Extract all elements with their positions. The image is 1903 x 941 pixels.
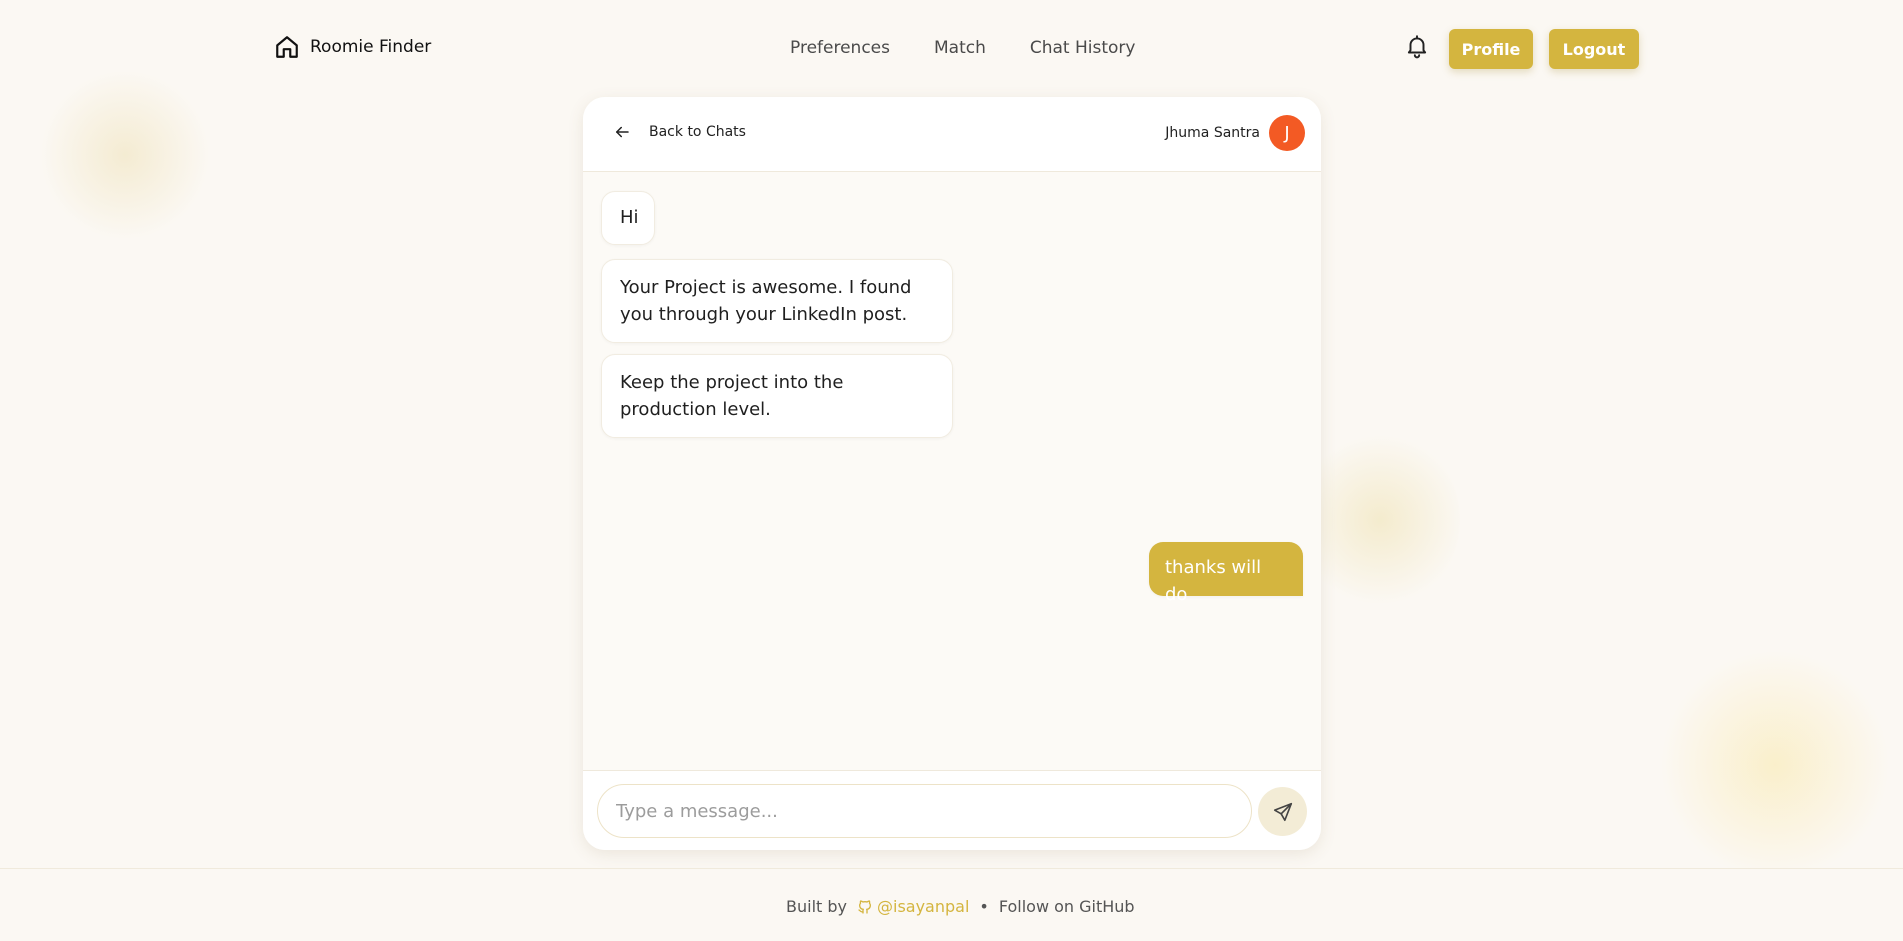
follow-github-link[interactable]: Follow on GitHub bbox=[999, 897, 1135, 916]
bell-icon[interactable] bbox=[1404, 32, 1430, 60]
background-glow bbox=[1660, 650, 1890, 880]
background-glow bbox=[1300, 430, 1460, 610]
chat-window: Back to Chats Jhuma Santra J Hi Your Pro… bbox=[583, 97, 1321, 850]
author-link[interactable]: @isayanpal bbox=[877, 897, 969, 916]
back-to-chats-button[interactable]: Back to Chats bbox=[613, 123, 746, 141]
message-bubble-sent: thanks will do bbox=[1149, 542, 1303, 605]
send-button[interactable] bbox=[1258, 787, 1307, 836]
footer-credits: Built by @isayanpal • Follow on GitHub bbox=[786, 897, 1135, 916]
logout-button[interactable]: Logout bbox=[1549, 29, 1639, 69]
send-icon bbox=[1273, 802, 1292, 821]
nav-link-chat-history[interactable]: Chat History bbox=[1030, 38, 1136, 58]
profile-button[interactable]: Profile bbox=[1449, 29, 1533, 69]
chat-contact: Jhuma Santra J bbox=[1165, 115, 1305, 151]
back-to-chats-label: Back to Chats bbox=[649, 124, 746, 140]
nav-link-preferences[interactable]: Preferences bbox=[790, 38, 890, 58]
chat-header: Back to Chats Jhuma Santra J bbox=[583, 97, 1321, 172]
nav-links: Preferences Match Chat History bbox=[790, 38, 1135, 58]
github-icon bbox=[858, 899, 871, 914]
home-icon bbox=[276, 36, 298, 58]
message-composer bbox=[583, 770, 1321, 850]
top-navbar: Roomie Finder Preferences Match Chat His… bbox=[0, 0, 1903, 96]
footer-separator: • bbox=[979, 897, 989, 916]
message-bubble-received: Keep the project into the production lev… bbox=[601, 354, 953, 438]
brand-name: Roomie Finder bbox=[310, 37, 432, 57]
arrow-left-icon bbox=[616, 126, 629, 138]
message-input[interactable] bbox=[597, 784, 1252, 838]
message-bubble-received: Your Project is awesome. I found you thr… bbox=[601, 259, 953, 343]
brand-logo[interactable]: Roomie Finder bbox=[274, 34, 431, 60]
nav-link-match[interactable]: Match bbox=[934, 38, 986, 58]
contact-name: Jhuma Santra bbox=[1165, 125, 1260, 141]
message-bubble-received: Hi bbox=[601, 191, 655, 245]
built-by-label: Built by bbox=[786, 897, 847, 916]
footer: Built by @isayanpal • Follow on GitHub bbox=[0, 868, 1903, 941]
avatar: J bbox=[1269, 115, 1305, 151]
